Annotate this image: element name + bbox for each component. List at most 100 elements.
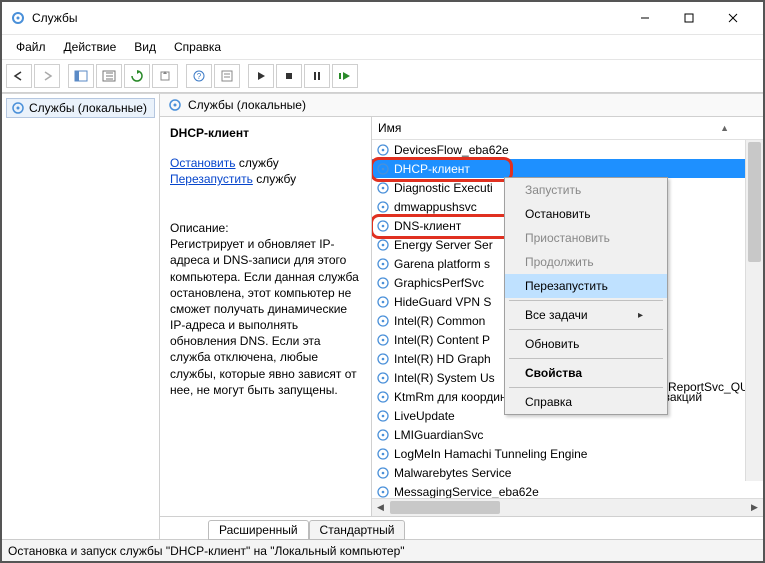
gear-icon [376,485,390,499]
minimize-button[interactable] [623,4,667,32]
action-stop-line: Остановить службу [170,155,361,171]
stop-service-link[interactable]: Остановить [170,156,236,170]
menu-file[interactable]: Файл [8,37,54,57]
detail-pane: DHCP-клиент Остановить службу Перезапуст… [160,117,372,516]
service-list-scroll: DevicesFlow_eba62e DHCP-клиент Diagnostic … [372,140,763,498]
context-menu-item-label: Продолжить [525,255,594,269]
service-label: GraphicsPerfSvc [394,276,484,290]
service-label: LMIGuardianSvc [394,428,483,442]
svg-text:?: ? [197,72,202,81]
services-icon [10,10,26,26]
service-row[interactable]: Malwarebytes Service [372,463,763,482]
tab-standard[interactable]: Стандартный [309,520,406,540]
horizontal-scrollbar-thumb[interactable] [390,501,500,514]
context-menu-item[interactable]: Все задачи▸ [505,303,667,327]
column-header-name[interactable]: Имя ▲ [372,117,763,140]
content-area: Службы (локальные) DHCP-клиент Остановит… [160,94,763,539]
menu-action[interactable]: Действие [56,37,125,57]
service-row[interactable]: MessagingService_eba62e [372,482,763,498]
menu-view[interactable]: Вид [126,37,164,57]
body: Службы (локальные) Службы (локальные) DH… [2,93,763,539]
service-label: DHCP-клиент [394,162,470,176]
service-row[interactable]: DevicesFlow_eba62e [372,140,763,159]
stop-suffix: службу [236,156,279,170]
menu-help[interactable]: Справка [166,37,229,57]
scroll-right-button[interactable]: ▶ [746,499,763,516]
scroll-left-button[interactable]: ◀ [372,499,389,516]
service-row[interactable]: DHCP-клиент [372,159,763,178]
service-row[interactable]: LMIGuardianSvc [372,425,763,444]
gear-icon [376,200,390,214]
vertical-scrollbar-thumb[interactable] [748,142,761,262]
gear-icon [376,409,390,423]
context-menu-item-label: Запустить [525,183,581,197]
context-menu-item[interactable]: Свойства [505,361,667,385]
gear-icon [376,238,390,252]
gear-icon [376,314,390,328]
statusbar-text: Остановка и запуск службы "DHCP-клиент" … [8,544,405,558]
service-label: Diagnostic Executi [394,181,493,195]
context-menu-separator [509,300,663,301]
context-menu-item: Приостановить [505,226,667,250]
context-menu-item-label: Свойства [525,366,582,380]
horizontal-scrollbar[interactable]: ◀ ▶ [372,498,763,516]
maximize-button[interactable] [667,4,711,32]
titlebar: Службы [2,2,763,35]
close-button[interactable] [711,4,755,32]
vertical-scrollbar[interactable] [745,140,763,481]
service-label: Energy Server Ser [394,238,493,252]
context-menu: Запустить Остановить Приостановить Продолжи… [504,177,668,415]
service-label: LiveUpdate [394,409,455,423]
context-menu-item[interactable]: Справка [505,390,667,414]
back-button[interactable] [6,64,32,88]
tab-extended[interactable]: Расширенный [208,520,309,540]
column-header-label: Имя [378,121,401,135]
restart-service-link[interactable]: Перезапустить [170,172,253,186]
service-label: LogMeIn Hamachi Tunneling Engine [394,447,587,461]
window-buttons [623,4,755,32]
context-menu-separator [509,387,663,388]
show-hide-pane-button[interactable] [68,64,94,88]
gear-icon [376,276,390,290]
context-menu-item-label: Перезапустить [525,279,608,293]
description-text: Регистрирует и обновляет IP-адреса и DNS… [170,236,361,398]
context-menu-item[interactable]: Обновить [505,332,667,356]
view-tabs: Расширенный Стандартный [160,516,763,539]
description-label: Описание: [170,220,361,236]
gear-icon [376,428,390,442]
context-menu-item-label: Остановить [525,207,591,221]
service-row[interactable]: LogMeIn Hamachi Tunneling Engine [372,444,763,463]
stop-service-button[interactable] [276,64,302,88]
services-window: Службы Файл Действие Вид Справка ? [0,0,765,563]
pause-service-button[interactable] [304,64,330,88]
gear-icon [376,143,390,157]
context-menu-item[interactable]: Перезапустить [505,274,667,298]
service-label: DNS-клиент [394,219,461,233]
context-menu-item-label: Все задачи [525,308,588,322]
restart-service-button[interactable] [332,64,358,88]
forward-button[interactable] [34,64,60,88]
gear-icon [376,219,390,233]
gear-icon [376,257,390,271]
context-menu-separator [509,329,663,330]
content-body: DHCP-клиент Остановить службу Перезапуст… [160,117,763,516]
help-button[interactable]: ? [186,64,212,88]
service-label: DevicesFlow_eba62e [394,143,509,157]
context-menu-item[interactable]: Остановить [505,202,667,226]
gear-icon [376,390,390,404]
gear-icon [376,295,390,309]
start-service-button[interactable] [248,64,274,88]
gear-icon [376,333,390,347]
gear-icon [376,447,390,461]
context-menu-item: Запустить [505,178,667,202]
service-label: Garena platform s [394,257,490,271]
refresh-button[interactable] [124,64,150,88]
service-label: Malwarebytes Service [394,466,511,480]
service-label: Intel(R) HD Graph [394,352,491,366]
nav-node-services-local[interactable]: Службы (локальные) [6,98,155,118]
nav-node-label: Службы (локальные) [29,101,147,115]
properties-button[interactable] [214,64,240,88]
service-label: dmwappushsvc [394,200,477,214]
export-button[interactable] [152,64,178,88]
show-action-pane-button[interactable] [96,64,122,88]
